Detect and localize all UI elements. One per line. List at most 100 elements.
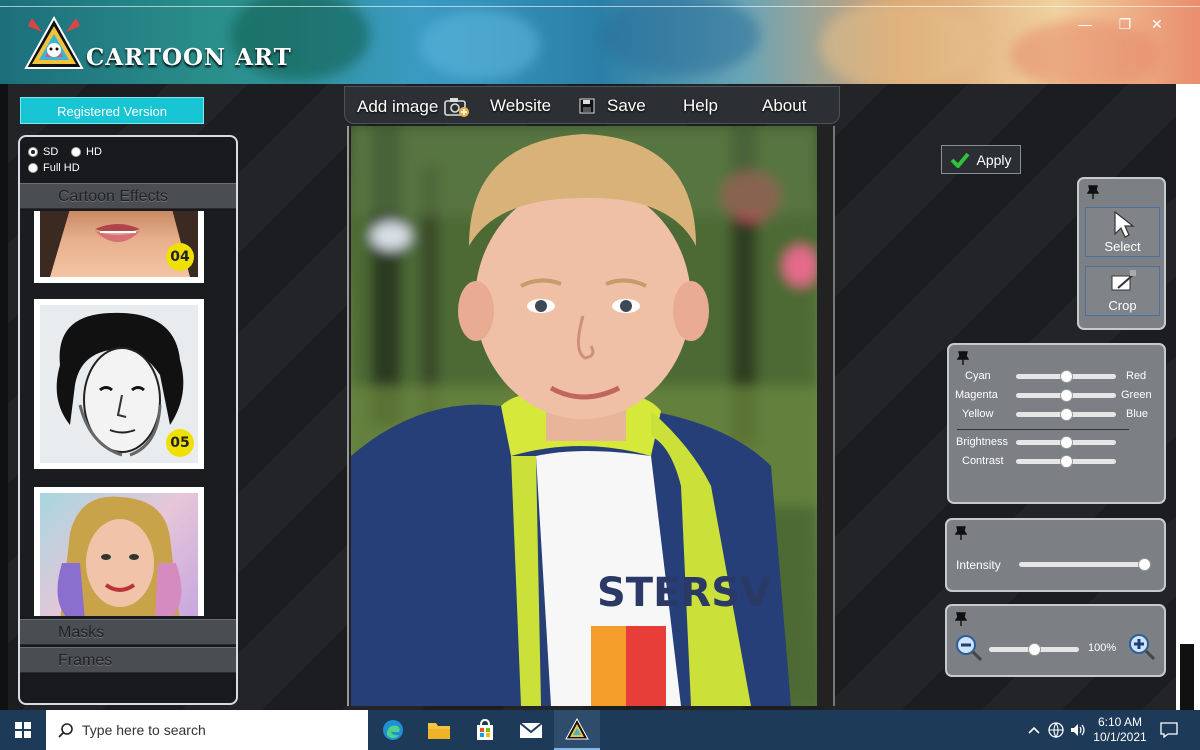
effect-preview-image: 04 (40, 211, 198, 277)
banner-art (600, 0, 760, 75)
brand-title: CARTOON ART (86, 44, 292, 71)
add-image-button[interactable]: Add image (357, 96, 470, 118)
radio-icon (71, 147, 81, 157)
zoom-level-label: 100% (1088, 642, 1117, 654)
banner-art (420, 10, 540, 80)
divider (957, 429, 1129, 430)
clock-time: 6:10 AM (1097, 715, 1143, 729)
resolution-sd-radio[interactable]: SD (28, 146, 58, 158)
globe-icon (1048, 722, 1064, 738)
cartoon-art-taskbar-icon[interactable] (554, 710, 600, 750)
zoom-in-icon[interactable] (1128, 633, 1156, 661)
intensity-panel: Intensity (945, 518, 1166, 592)
banner-art (820, 0, 980, 84)
resolution-label: HD (86, 146, 102, 158)
adjust-slider-knob[interactable] (1060, 455, 1073, 468)
app-logo-icon (24, 15, 84, 69)
masks-header[interactable]: Masks (20, 619, 236, 645)
pin-icon[interactable] (1087, 185, 1099, 199)
crop-label: Crop (1108, 298, 1137, 313)
title-bar[interactable]: CARTOON ART — ❐ ✕ (0, 0, 1200, 84)
save-disk-icon (579, 98, 595, 114)
crop-icon (1111, 270, 1136, 291)
mail-icon[interactable] (508, 710, 554, 750)
child-photo: STERSV (351, 126, 817, 706)
envelope-icon (519, 722, 543, 738)
cursor-arrow-icon (1114, 210, 1135, 238)
zoom-slider-knob[interactable] (1028, 643, 1041, 656)
crop-tool-button[interactable]: Crop (1085, 266, 1160, 316)
registered-version-button[interactable]: Registered Version (20, 97, 204, 124)
speaker-icon (1071, 724, 1085, 736)
close-button[interactable]: ✕ (1142, 12, 1172, 36)
edge-icon (383, 720, 403, 740)
about-button[interactable]: About (762, 96, 806, 116)
painted-portrait-art (57, 496, 182, 616)
start-button[interactable] (0, 710, 46, 750)
color-slider-knob[interactable] (1060, 389, 1073, 402)
adjust-slider-knob[interactable] (1060, 436, 1073, 449)
notifications-icon[interactable] (1160, 710, 1178, 750)
edge-browser-icon[interactable] (370, 710, 416, 750)
color-adjust-panel: Cyan Red Magenta Green Yellow Blue Brightness… (947, 343, 1166, 504)
website-button[interactable]: Website (490, 96, 551, 116)
color-slider-knob[interactable] (1060, 408, 1073, 421)
effect-preview-image (40, 493, 198, 616)
resolution-label: SD (43, 146, 59, 158)
effect-thumbnail[interactable]: 05 (34, 299, 204, 469)
frames-header[interactable]: Frames (20, 647, 236, 673)
apply-label: Apply (976, 151, 1012, 168)
slider-left-label: Magenta (955, 389, 998, 401)
color-slider-knob[interactable] (1060, 370, 1073, 383)
resolution-hd-radio[interactable]: HD (71, 146, 102, 158)
slider-right-label: Red (1126, 370, 1147, 382)
effect-thumbnail[interactable] (34, 487, 204, 616)
intensity-slider-track[interactable] (1019, 562, 1148, 567)
maximize-button[interactable]: ❐ (1110, 12, 1140, 36)
radio-icon (28, 163, 38, 173)
intensity-label: Intensity (956, 558, 1001, 572)
file-explorer-icon[interactable] (416, 710, 462, 750)
effect-thumbnail[interactable]: 04 (34, 211, 204, 283)
slider-left-label: Yellow (962, 408, 994, 420)
effects-list[interactable]: 04 05 (20, 211, 236, 616)
chat-bubble-icon (1160, 722, 1178, 738)
adjust-slider-label: Contrast (962, 455, 1004, 467)
effect-number-badge: 04 (166, 243, 194, 271)
taskbar-search-box[interactable]: Type here to search (46, 710, 368, 750)
tray-overflow-icon[interactable] (1028, 710, 1040, 750)
add-image-label: Add image (357, 97, 439, 116)
cartoon-art-icon (565, 718, 589, 740)
minimize-button[interactable]: — (1070, 12, 1100, 36)
photo-preview: STERSV (351, 126, 817, 706)
pin-icon[interactable] (955, 612, 967, 626)
pin-icon[interactable] (955, 526, 967, 540)
zoom-panel: 100% (945, 604, 1166, 677)
save-button[interactable]: Save (579, 96, 646, 116)
effects-panel: SD HD Full HD Cartoon Effects 04 05 Mask… (18, 135, 238, 705)
effect-preview-image: 05 (40, 305, 198, 463)
pin-icon[interactable] (957, 351, 969, 365)
windows-logo-icon (15, 722, 31, 738)
volume-icon[interactable] (1070, 710, 1086, 750)
help-button[interactable]: Help (683, 96, 718, 116)
network-icon[interactable] (1048, 710, 1064, 750)
select-tool-button[interactable]: Select (1085, 207, 1160, 257)
camera-add-icon (444, 98, 470, 117)
resolution-label: Full HD (43, 162, 80, 174)
taskbar-clock[interactable]: 6:10 AM 10/1/2021 (1088, 715, 1152, 745)
save-label: Save (607, 96, 646, 115)
apply-button[interactable]: Apply (941, 145, 1021, 174)
radio-icon (28, 147, 38, 157)
window-border (0, 6, 1200, 7)
store-icon[interactable] (462, 710, 508, 750)
slider-right-label: Blue (1126, 408, 1149, 420)
zoom-out-icon[interactable] (955, 634, 983, 662)
intensity-slider-knob[interactable] (1138, 558, 1151, 571)
cartoon-effects-header[interactable]: Cartoon Effects (20, 183, 236, 209)
adjust-slider-label: Brightness (956, 436, 1008, 448)
vertical-scrollbar[interactable] (1176, 84, 1200, 750)
resolution-fullhd-radio[interactable]: Full HD (28, 162, 80, 174)
image-canvas[interactable]: STERSV (347, 126, 835, 706)
shopping-bag-icon (477, 719, 493, 740)
